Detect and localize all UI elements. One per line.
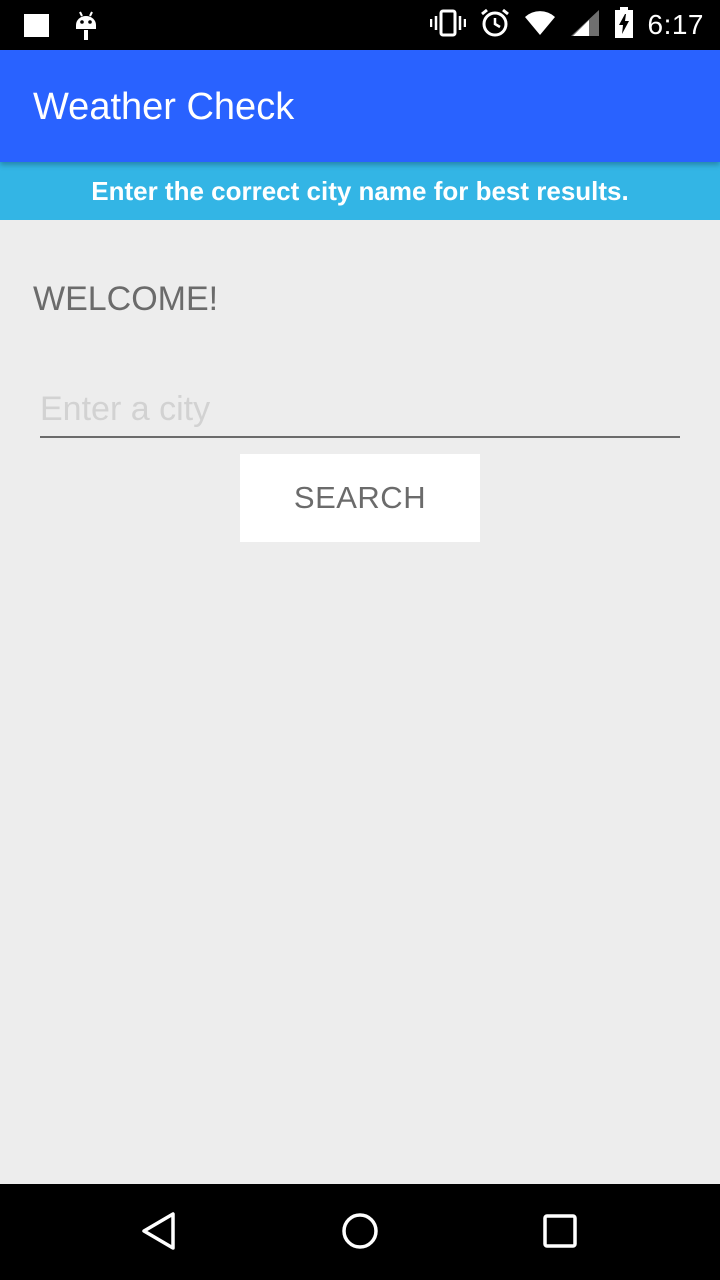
wifi-icon bbox=[524, 10, 556, 41]
home-button[interactable] bbox=[335, 1208, 385, 1258]
alarm-icon bbox=[480, 8, 510, 43]
android-debug-icon bbox=[74, 11, 98, 46]
hint-banner: Enter the correct city name for best res… bbox=[0, 162, 720, 220]
back-button[interactable] bbox=[135, 1208, 185, 1258]
recents-icon bbox=[540, 1211, 580, 1256]
app-title: Weather Check bbox=[33, 86, 295, 128]
battery-charging-icon bbox=[614, 6, 634, 44]
home-icon bbox=[340, 1211, 380, 1256]
recents-button[interactable] bbox=[535, 1208, 585, 1258]
app-bar: Weather Check bbox=[0, 50, 720, 162]
status-bar-system: 6:17 bbox=[429, 6, 705, 44]
navigation-bar bbox=[0, 1184, 720, 1280]
cell-signal-icon bbox=[570, 9, 600, 42]
search-button[interactable]: SEARCH bbox=[240, 454, 480, 542]
status-bar: 6:17 bbox=[0, 0, 720, 50]
hint-text: Enter the correct city name for best res… bbox=[91, 175, 629, 206]
vibrate-icon bbox=[429, 8, 466, 43]
city-field bbox=[40, 384, 680, 438]
welcome-heading: WELCOME! bbox=[33, 280, 219, 318]
notification-square-icon bbox=[24, 13, 50, 44]
city-input[interactable] bbox=[40, 384, 680, 434]
status-bar-time: 6:17 bbox=[647, 9, 704, 40]
status-bar-notifications bbox=[24, 11, 98, 46]
back-icon bbox=[140, 1211, 180, 1256]
